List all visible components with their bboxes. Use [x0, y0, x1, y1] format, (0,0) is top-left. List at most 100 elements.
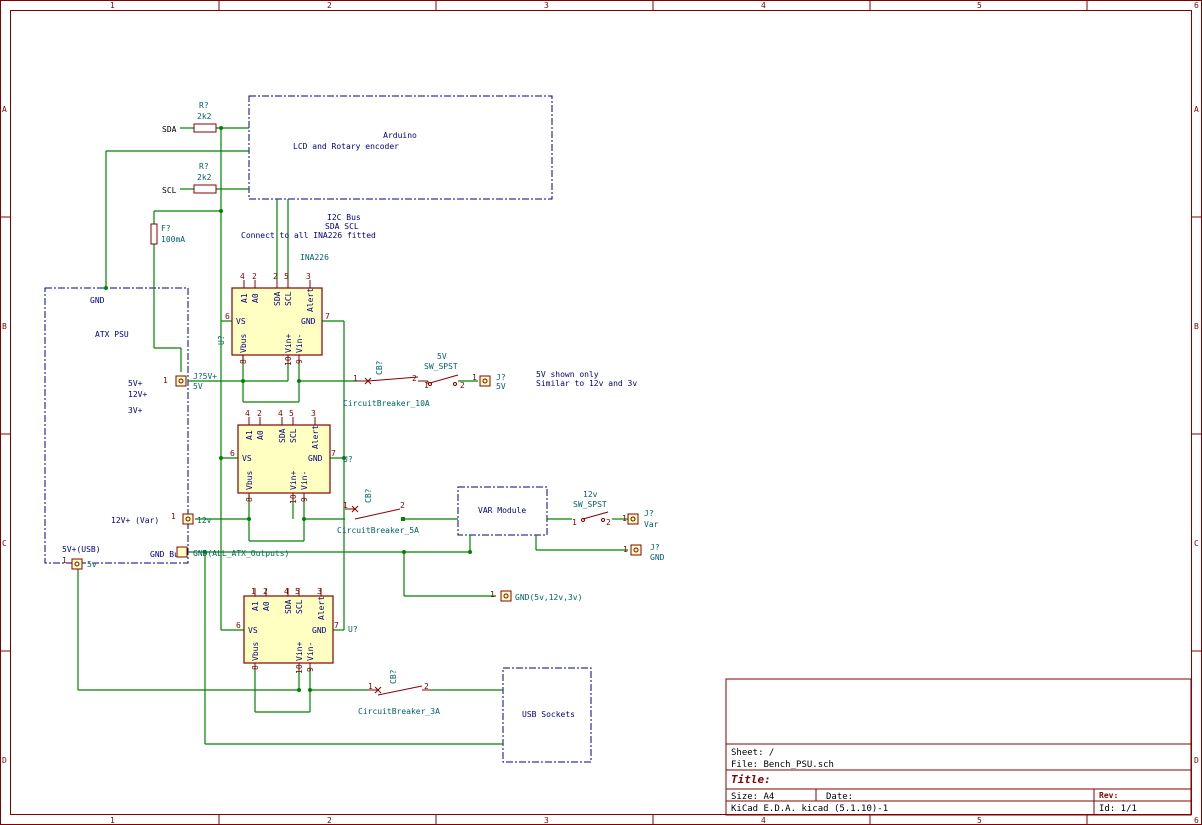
atx-gnd-label: GND: [90, 296, 105, 305]
pin-num: 3: [306, 272, 311, 281]
pin-name: GND: [301, 317, 316, 326]
circuit-breaker-10a[interactable]: 1 2 CB? CircuitBreaker_10A: [343, 360, 430, 408]
pin-num: 3: [317, 587, 322, 596]
pin-name: SDA: [273, 291, 282, 306]
connector-gnd-atx[interactable]: GND(ALL_ATX_Outputs): [176, 546, 289, 558]
pin-name: Vin-: [306, 642, 315, 661]
pin-num: 9: [300, 497, 309, 502]
pin-num: 5: [295, 587, 300, 596]
ina226-chip-2[interactable]: 4 2 4 5 3 A1 A0 SDA SCL Alert VS GND Vbu…: [230, 409, 353, 504]
i2c-note-line2: SDA SCL: [325, 222, 359, 231]
outer-frame: [0, 0, 1202, 825]
col-label: 2: [327, 1, 332, 10]
ina226-chip-1[interactable]: 4 2 2 5 3 A1 A0 SDA SCL Alert VS GND Vbu…: [217, 272, 330, 366]
resistor-sda[interactable]: R? 2k2 SDA: [162, 101, 217, 134]
col-label: 2: [327, 816, 332, 825]
connector-value: GND(ALL_ATX_Outputs): [193, 549, 289, 558]
pin-name: Alert: [317, 596, 326, 620]
pin-num: 8: [245, 497, 254, 502]
switch-value: SW_SPST: [424, 362, 458, 371]
connector-5v[interactable]: 1 J? 5V: [472, 373, 506, 391]
row-label: B: [1194, 322, 1199, 331]
pin-num: 2: [263, 587, 268, 596]
col-label: 5: [977, 1, 982, 10]
pin-num: 1: [622, 514, 627, 523]
pin-name: Alert: [306, 288, 315, 312]
connector-ref: J?: [650, 543, 660, 552]
connector-value: 12v: [197, 516, 212, 525]
pin-num: 5: [289, 409, 294, 418]
pin-name: SCL: [284, 291, 293, 306]
pin-num: 4: [240, 272, 245, 281]
pin-num: 1: [62, 556, 67, 565]
pin-num: 2: [606, 518, 611, 527]
arduino-subtitle: LCD and Rotary encoder: [293, 142, 399, 151]
atx-12v-label: 12V+: [128, 390, 147, 399]
tb-file: File: Bench_PSU.sch: [731, 760, 834, 770]
net-label-scl: SCL: [162, 186, 177, 195]
pin-name: VS: [248, 626, 258, 635]
connector-gnd[interactable]: 1 J? GND: [623, 543, 665, 562]
pin-name: A0: [256, 430, 265, 440]
pin-name: Vbus: [239, 334, 248, 353]
pin-num: 1: [472, 373, 477, 382]
pin-name: SCL: [289, 428, 298, 443]
connector-value: 5V: [193, 382, 203, 391]
circuit-breaker-5a[interactable]: 1 2 CB? CircuitBreaker_5A: [337, 488, 419, 535]
connector-ref: J?: [644, 509, 654, 518]
atx-5v-label: 5V+: [128, 379, 143, 388]
col-label: 5: [977, 816, 982, 825]
i2c-note-line3: Connect to all INA226 fitted: [241, 231, 376, 240]
pin-num: 1: [623, 545, 628, 554]
switch-5v[interactable]: 1 2 5V SW_SPST: [424, 352, 465, 390]
tb-date: Date:: [826, 792, 853, 802]
breaker-ref: CB?: [389, 669, 398, 684]
pin-num: 2: [412, 374, 417, 383]
pin-num: 2: [257, 409, 262, 418]
connector-12v[interactable]: 1 12v: [171, 512, 212, 525]
row-label: D: [1194, 756, 1199, 765]
breaker-value: CircuitBreaker_5A: [337, 526, 419, 535]
title-block: Sheet: / File: Bench_PSU.sch Title: Size…: [725, 678, 1192, 816]
row-label: D: [2, 756, 7, 765]
pin-num: 2: [273, 272, 278, 281]
pin-num: 2: [400, 501, 405, 510]
switch-value: SW_SPST: [573, 500, 607, 509]
pin-name: A1: [245, 430, 254, 440]
pin-num: 3: [311, 409, 316, 418]
resistor-scl[interactable]: R? 2k2 SCL: [162, 162, 217, 195]
pin-num: 7: [325, 312, 330, 321]
pin-num: 5: [284, 272, 289, 281]
col-label: 6: [1194, 1, 1199, 10]
connector-value: 5V: [496, 382, 506, 391]
pin-name: A0: [251, 293, 260, 303]
pin-name: Vin-: [295, 334, 304, 353]
tb-rev: Rev:: [1099, 791, 1118, 800]
pin-num: 7: [334, 621, 339, 630]
pin-num: 1: [424, 381, 429, 390]
switch-12v[interactable]: 1 2 12v SW_SPST: [572, 490, 611, 527]
fuse[interactable]: F? 100mA: [150, 223, 185, 245]
tb-title: Title:: [731, 773, 771, 786]
pin-num: 1: [343, 501, 348, 510]
pin-num: 9: [306, 667, 315, 672]
pin-name: VS: [242, 454, 252, 463]
pin-num: 8: [251, 665, 260, 670]
row-label: C: [1194, 539, 1199, 548]
breaker-value: CircuitBreaker_3A: [358, 707, 440, 716]
pin-num: 9: [295, 359, 304, 364]
pin-num: 4: [278, 409, 283, 418]
connector-value: GND(5v,12v,3v): [515, 593, 582, 602]
col-label: 4: [761, 1, 766, 10]
ina-label: INA226: [300, 253, 329, 262]
pin-num: 4: [284, 587, 289, 596]
col-label: 3: [544, 1, 549, 10]
usb-sockets-title: USB Sockets: [522, 710, 575, 719]
connector-gnd-rails[interactable]: 1 GND(5v,12v,3v): [490, 590, 582, 602]
col-label: 1: [110, 1, 115, 10]
i2c-note-line1: I2C Bus: [327, 213, 361, 222]
pin-name: Alert: [311, 425, 320, 449]
circuit-breaker-3a[interactable]: 1 2 CB? CircuitBreaker_3A: [358, 669, 440, 716]
chip-ref: U?: [348, 625, 358, 634]
note-5v-line1: 5V shown only: [536, 370, 599, 379]
